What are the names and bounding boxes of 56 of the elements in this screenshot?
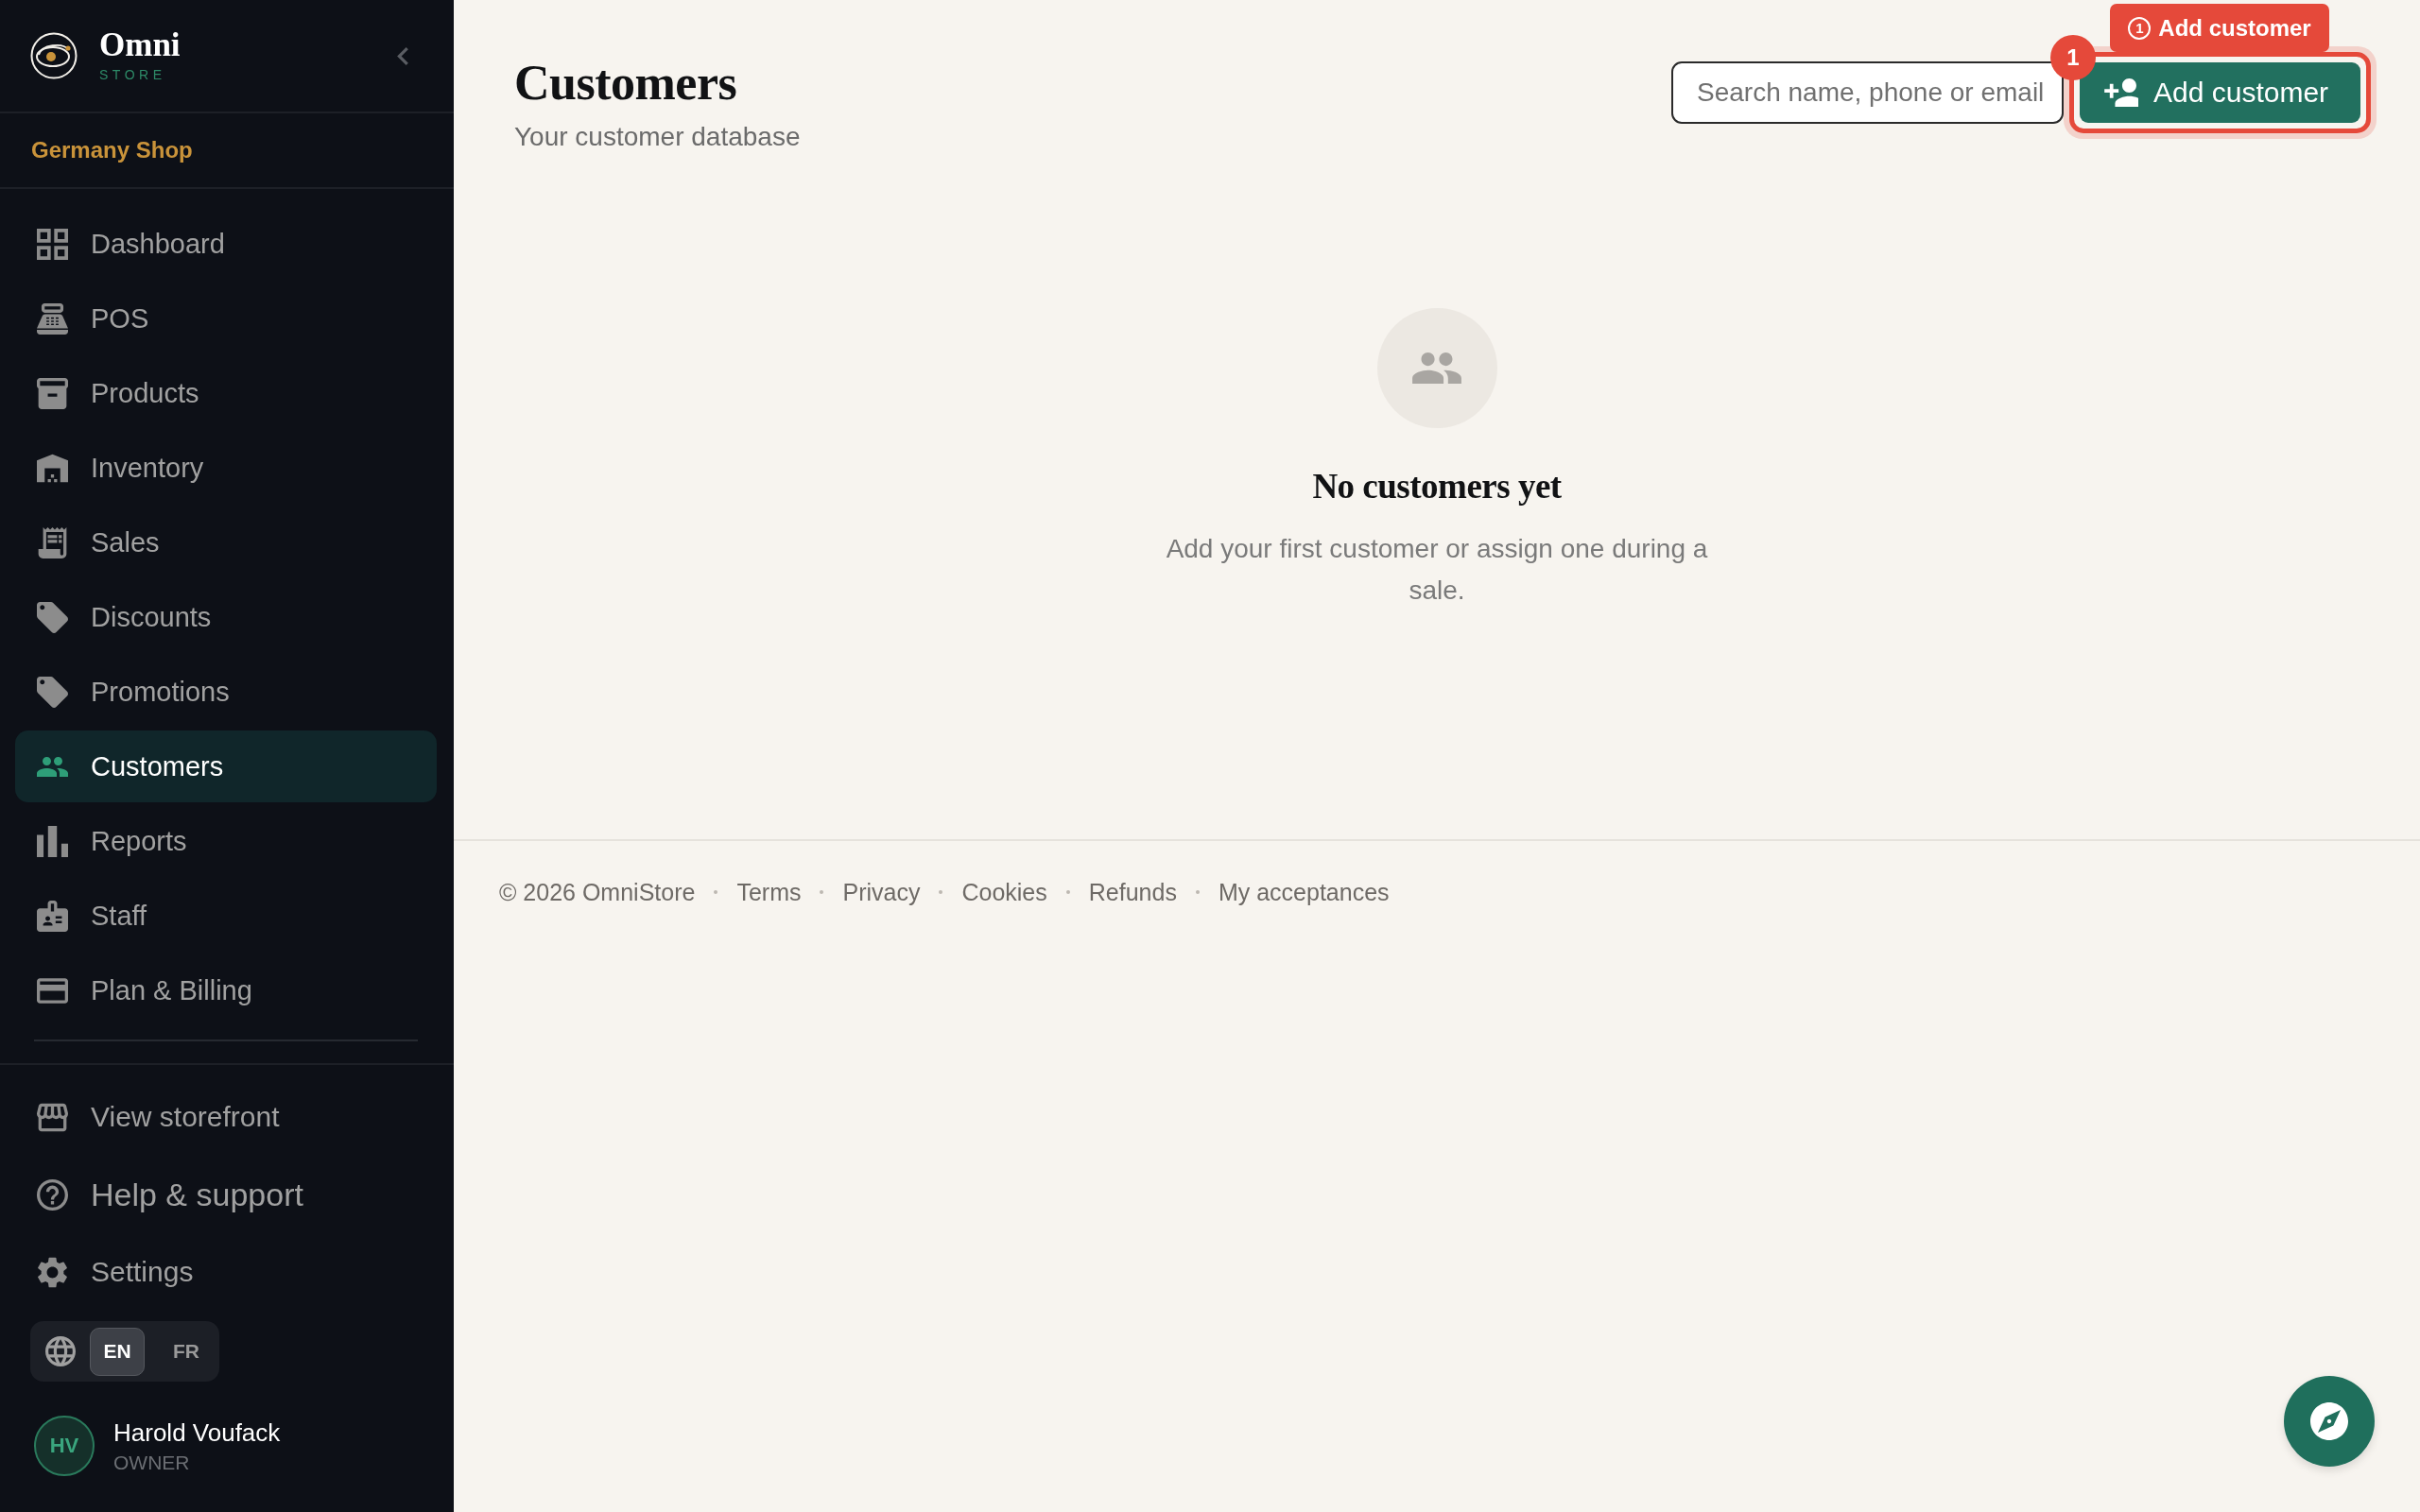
storefront-icon xyxy=(37,1101,68,1133)
step-number: 1 xyxy=(2128,16,2152,40)
shop-name: Germany Shop xyxy=(31,137,193,163)
empty-message: Add your first customer or assign one during a sale. xyxy=(1165,533,1709,607)
nav-item[interactable]: Products xyxy=(15,357,437,429)
bar-chart-icon xyxy=(37,825,68,857)
cash-register-icon xyxy=(37,302,68,335)
nav-item[interactable]: Promotions xyxy=(15,656,437,728)
globe-icon xyxy=(45,1336,76,1366)
tag-icon xyxy=(37,601,68,633)
page-title: Customers xyxy=(514,55,737,112)
avatar: HV xyxy=(34,1416,95,1476)
nav-item[interactable]: Inventory xyxy=(15,432,437,504)
nav-item[interactable]: Discounts xyxy=(15,581,437,653)
footer-link[interactable]: My acceptances xyxy=(1218,877,1390,907)
logo-icon xyxy=(30,32,78,79)
empty-title: No customers yet xyxy=(1312,466,1562,507)
footer-link[interactable]: Terms xyxy=(736,877,802,907)
nav-item[interactable]: POS xyxy=(15,283,437,354)
nav-item[interactable]: Reports xyxy=(15,805,437,877)
nav-item[interactable]: Dashboard xyxy=(15,208,437,280)
receipt-icon xyxy=(37,526,68,558)
language-option[interactable]: FR xyxy=(159,1327,214,1376)
page-subtitle: Your customer database xyxy=(514,121,801,153)
collapse-button[interactable] xyxy=(397,46,408,65)
brand-name: Omni xyxy=(99,29,181,61)
nav-item[interactable]: Plan & Billing xyxy=(15,954,437,1026)
chevron-left-icon xyxy=(397,46,408,65)
settings-icon xyxy=(37,1256,68,1288)
nav-item[interactable]: Staff xyxy=(15,880,437,952)
search-field[interactable]: Search name, phone or email xyxy=(1671,61,2064,124)
user-name: Harold Voufack xyxy=(113,1418,281,1448)
footer-link[interactable]: Privacy xyxy=(842,877,921,907)
sidebar-link[interactable]: View storefront xyxy=(15,1081,439,1153)
user-role: OWNER xyxy=(113,1451,190,1474)
footer-link[interactable]: Refunds xyxy=(1088,877,1177,907)
add-customer-button[interactable]: Add customer xyxy=(2080,62,2360,123)
copyright: © 2026 OmniStore xyxy=(499,878,696,907)
warehouse-icon xyxy=(37,452,68,484)
tag-icon xyxy=(37,676,68,708)
id-badge-icon xyxy=(37,900,68,932)
grid-icon xyxy=(37,228,68,260)
archive-box-icon xyxy=(37,377,68,409)
nav-item[interactable]: Customers xyxy=(15,730,437,802)
tag-label: Add customer xyxy=(2158,14,2311,42)
person-add-icon xyxy=(2104,78,2138,107)
compass-icon xyxy=(2310,1402,2348,1440)
footer-link[interactable]: Cookies xyxy=(961,877,1047,907)
sidebar-link[interactable]: Settings xyxy=(15,1236,439,1308)
language-option[interactable]: EN xyxy=(90,1327,145,1376)
brand-tagline: STORE xyxy=(99,67,166,82)
sidebar-link[interactable]: Help & support xyxy=(15,1159,439,1230)
compass-button[interactable] xyxy=(2284,1376,2375,1467)
nav-item[interactable]: Sales xyxy=(15,507,437,578)
step-badge: 1 xyxy=(2050,35,2096,80)
help-icon xyxy=(37,1178,68,1211)
